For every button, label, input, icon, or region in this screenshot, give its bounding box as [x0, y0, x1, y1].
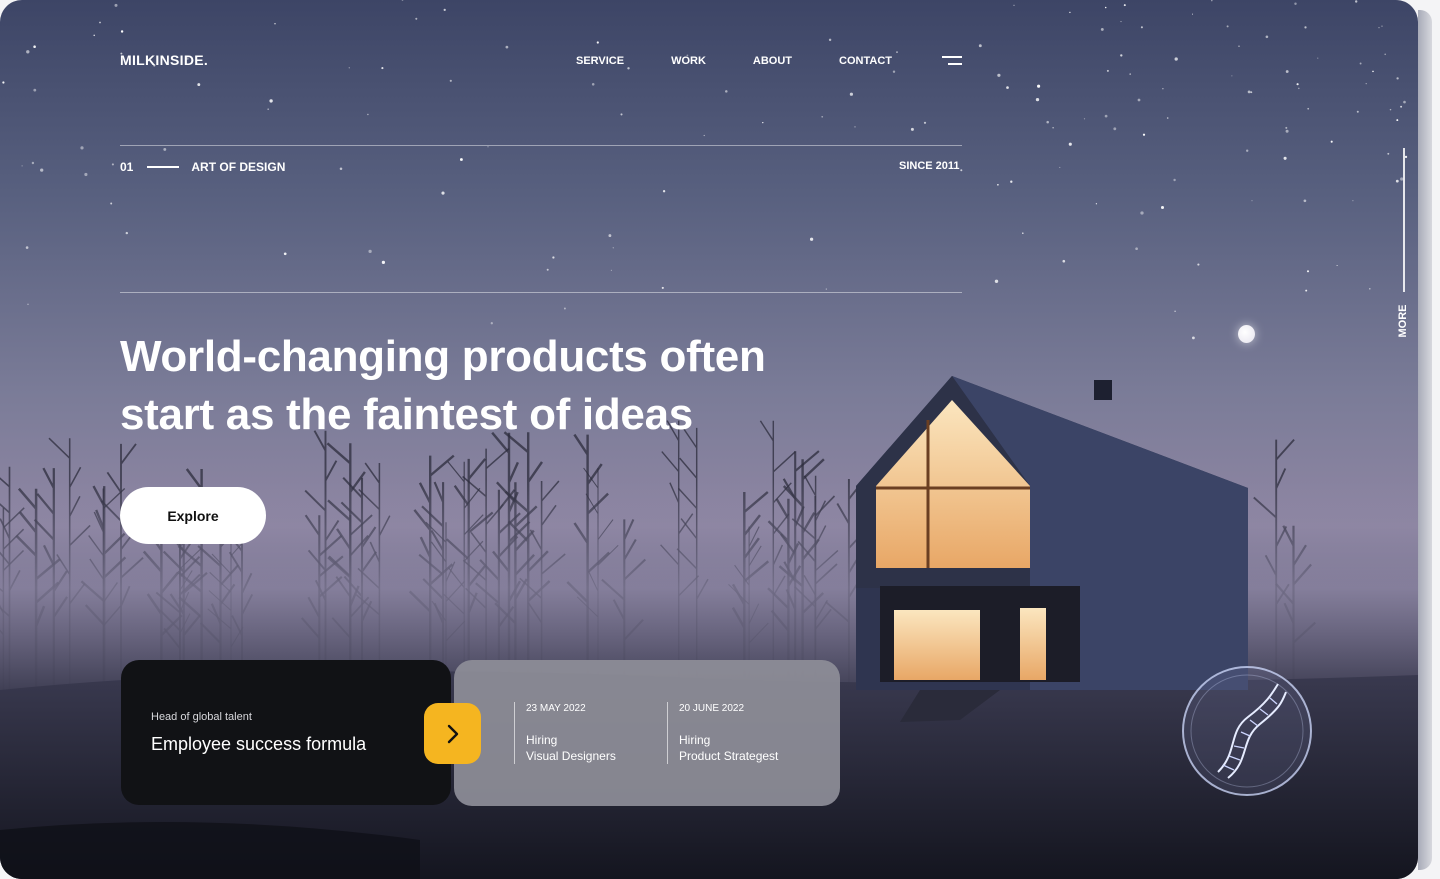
menu-icon[interactable] — [940, 56, 962, 66]
nav-about[interactable]: ABOUT — [753, 55, 792, 67]
since-label: SINCE 2011 — [899, 160, 960, 172]
hero-section: MILKINSIDE. SERVICE WORK ABOUT CONTACT 0… — [0, 0, 1418, 879]
moon-icon — [1238, 325, 1255, 343]
nav-work[interactable]: WORK — [671, 55, 706, 67]
dna-icon[interactable] — [1178, 662, 1316, 800]
headline-line-1: World-changing products often — [120, 332, 766, 381]
nav-contact[interactable]: CONTACT — [839, 55, 892, 67]
job-type: Hiring — [526, 733, 558, 747]
feature-card[interactable]: Head of global talent Employee success f… — [121, 660, 451, 805]
jobs-card: 23 MAY 2022 Hiring Visual Designers 20 J… — [454, 660, 840, 806]
feature-card-title: Employee success formula — [151, 734, 367, 754]
job-item[interactable]: 23 MAY 2022 Hiring Visual Designers — [514, 702, 616, 764]
job-date: 23 MAY 2022 — [526, 703, 586, 714]
headline-line-2: start as the faintest of ideas — [120, 390, 693, 439]
section-title: ART OF DESIGN — [191, 160, 286, 174]
job-item[interactable]: 20 JUNE 2022 Hiring Product Strategest — [667, 702, 778, 764]
nav-service[interactable]: SERVICE — [576, 55, 624, 67]
job-type: Hiring — [679, 733, 711, 747]
next-button[interactable] — [424, 703, 481, 764]
section-label: 01 ART OF DESIGN — [120, 160, 285, 174]
scroll-indicator[interactable] — [1403, 148, 1405, 292]
device-edge — [1418, 10, 1432, 870]
main-nav: SERVICE WORK ABOUT CONTACT — [529, 55, 892, 67]
job-role: Visual Designers — [526, 749, 616, 763]
dash-divider — [147, 166, 180, 168]
explore-button[interactable]: Explore — [120, 487, 266, 544]
hero-headline: World-changing products often start as t… — [120, 328, 766, 444]
section-index: 01 — [120, 160, 134, 174]
brand-logo[interactable]: MILKINSIDE. — [120, 52, 208, 68]
top-nav-bar: MILKINSIDE. SERVICE WORK ABOUT CONTACT — [120, 52, 962, 72]
feature-card-subtitle: Head of global talent — [151, 711, 252, 723]
job-role: Product Strategest — [679, 749, 779, 763]
job-date: 20 JUNE 2022 — [679, 703, 745, 714]
more-link[interactable]: MORE — [1397, 301, 1409, 341]
divider-top — [120, 145, 962, 146]
divider-bottom — [120, 292, 962, 293]
chevron-right-icon — [447, 724, 458, 743]
